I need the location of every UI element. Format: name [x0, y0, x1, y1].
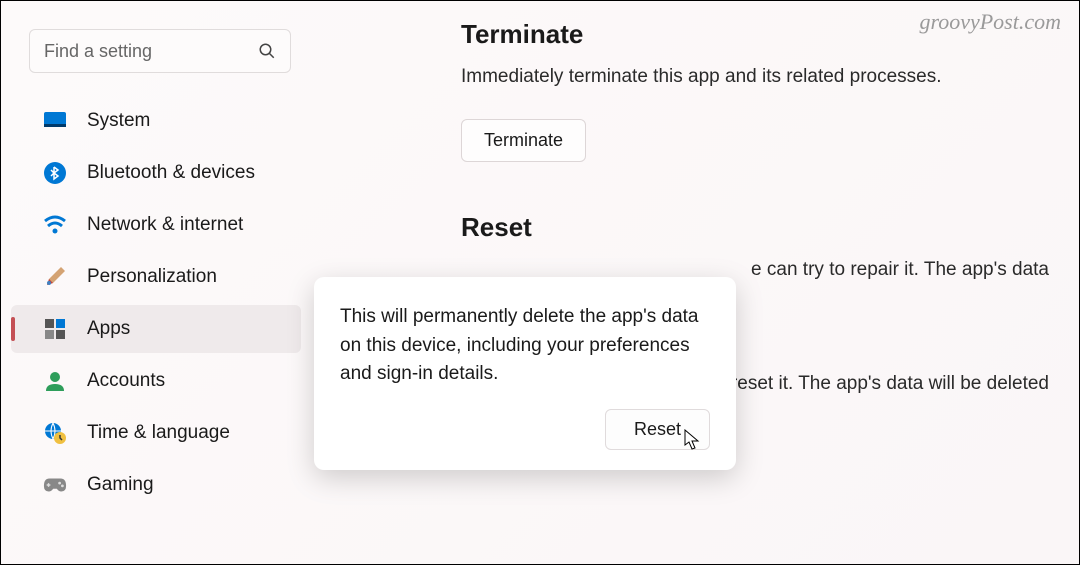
globe-clock-icon	[43, 421, 67, 445]
terminate-title: Terminate	[461, 19, 1049, 50]
sidebar-item-personalization[interactable]: Personalization	[11, 253, 301, 301]
sidebar-item-label: Time & language	[87, 422, 230, 444]
terminate-desc: Immediately terminate this app and its r…	[461, 64, 1049, 91]
sidebar-item-label: System	[87, 110, 150, 132]
sidebar-item-bluetooth[interactable]: Bluetooth & devices	[11, 149, 301, 197]
popup-actions: Reset	[340, 409, 710, 450]
sidebar-item-label: Accounts	[87, 370, 165, 392]
apps-icon	[43, 317, 67, 341]
terminate-section: Terminate Immediately terminate this app…	[461, 19, 1049, 162]
sidebar-item-time-language[interactable]: Time & language	[11, 409, 301, 457]
sidebar-item-label: Network & internet	[87, 214, 243, 236]
gaming-icon	[43, 473, 67, 497]
sidebar: System Bluetooth & devices Network & int…	[1, 1, 311, 513]
search-box[interactable]	[29, 29, 291, 73]
sidebar-item-label: Gaming	[87, 474, 154, 496]
search-icon	[258, 42, 276, 60]
reset-confirm-popup: This will permanently delete the app's d…	[314, 277, 736, 470]
sidebar-item-apps[interactable]: Apps	[11, 305, 301, 353]
paintbrush-icon	[43, 265, 67, 289]
wifi-icon	[43, 213, 67, 237]
sidebar-item-label: Apps	[87, 318, 130, 340]
sidebar-item-accounts[interactable]: Accounts	[11, 357, 301, 405]
sidebar-item-system[interactable]: System	[11, 97, 301, 145]
sidebar-item-gaming[interactable]: Gaming	[11, 461, 301, 509]
bluetooth-icon	[43, 161, 67, 185]
reset-title: Reset	[461, 212, 1049, 243]
sidebar-item-network[interactable]: Network & internet	[11, 201, 301, 249]
terminate-button[interactable]: Terminate	[461, 119, 586, 162]
search-input[interactable]	[44, 41, 258, 62]
sidebar-item-label: Personalization	[87, 266, 217, 288]
sidebar-item-label: Bluetooth & devices	[87, 162, 255, 184]
accounts-icon	[43, 369, 67, 393]
popup-text: This will permanently delete the app's d…	[340, 303, 710, 389]
cursor-pointer-icon	[684, 429, 702, 451]
system-icon	[43, 109, 67, 133]
